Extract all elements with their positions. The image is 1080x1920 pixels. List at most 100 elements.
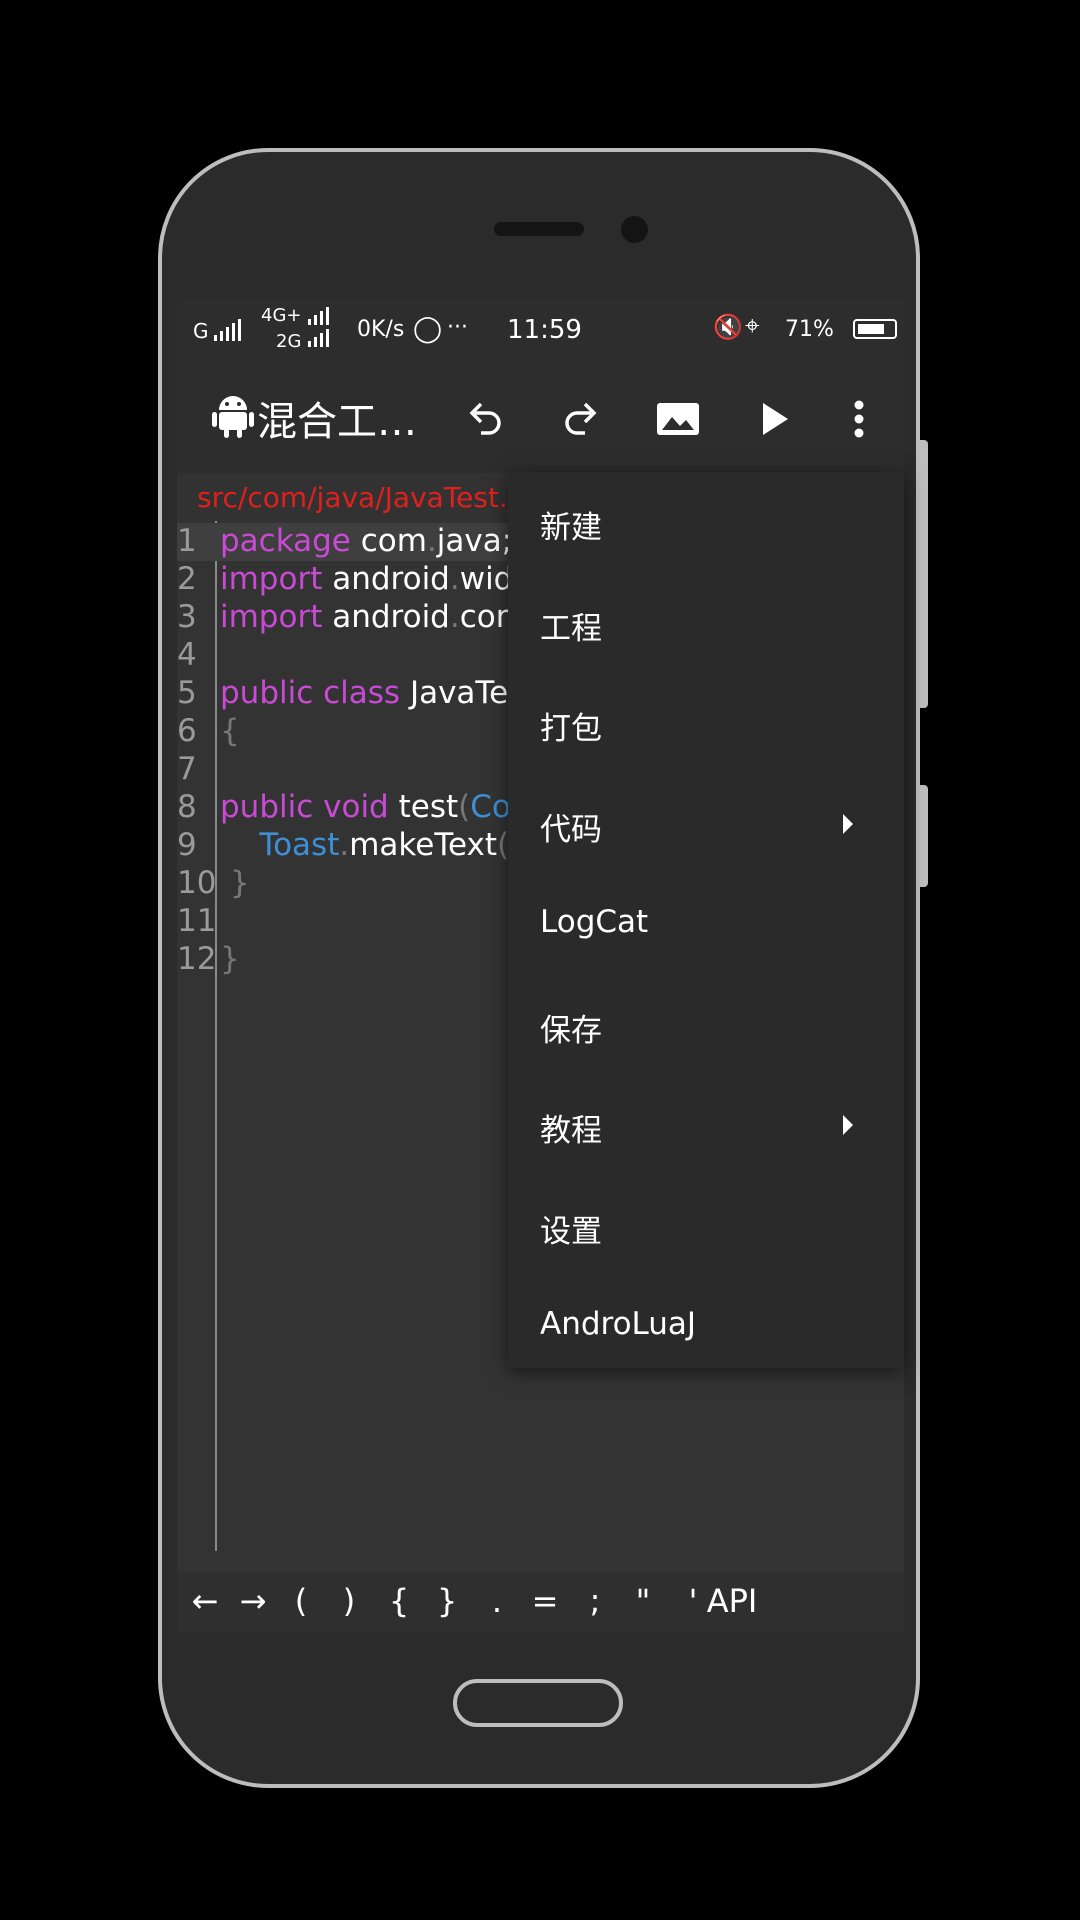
menu-item-label: 工程 [540,610,602,647]
line-number: 12 [177,941,217,977]
menu-item[interactable]: AndroLuaJ [508,1276,904,1376]
code-text: package com.java; [220,523,512,559]
code-text: } [220,941,240,977]
menu-item-label: 打包 [540,711,602,747]
battery-icon [853,319,897,339]
line-number: 7 [177,751,197,787]
code-token: } [220,941,240,977]
line-number: 4 [177,637,197,673]
code-token: import [220,599,323,635]
code-token: android [322,599,450,635]
code-token: . [449,599,460,635]
line-number: 3 [177,599,197,635]
symbol-key[interactable]: } [421,1582,473,1620]
symbol-key[interactable]: " [617,1582,669,1620]
more-vert-icon[interactable] [835,395,883,443]
code-token: com [350,523,427,559]
symbol-key[interactable]: ; [569,1582,621,1620]
file-path: src/com/java/JavaTest.j [197,481,516,514]
code-token: ( [458,789,471,825]
code-text: public void test(Con [220,789,531,825]
overflow-menu: 新建工程打包代码 LogCat 保存教程设置 AndroLuaJ [508,472,904,1368]
menu-item-label: 教程 [540,1113,602,1149]
menu-item-label: 保存 [540,1012,602,1049]
line-number: 1 [177,523,197,559]
signal-icon-2 [308,307,329,325]
menu-item[interactable]: 新建 [508,472,904,572]
front-camera [621,216,648,243]
status-bar: G 4G+ 2G 0K/s ◯ ··· 11:59 🔇 ⌖ 71% [177,297,904,361]
battery-percent: 71% [785,317,834,342]
menu-item[interactable]: 保存 [508,975,904,1075]
code-token: test [388,789,459,825]
mute-icon: 🔇 [713,313,743,341]
redo-icon[interactable] [557,395,605,443]
code-text: { [220,713,240,749]
image-icon[interactable] [654,395,702,443]
code-token: makeText [349,827,498,863]
signal-icon-3 [308,329,329,347]
menu-item[interactable]: LogCat [508,874,904,974]
code-text: } [220,865,250,901]
line-number: 5 [177,675,197,711]
line-number: 6 [177,713,197,749]
wifi-icon: ⌖ [745,311,760,341]
submenu-arrow-icon [843,813,853,834]
symbol-key[interactable]: { [373,1582,425,1620]
menu-item-label: 代码 [540,811,602,848]
menu-item[interactable]: 设置 [508,1176,904,1276]
menu-item[interactable]: 教程 [508,1075,904,1175]
line-number: 10 [177,865,217,901]
net-speed: 0K/s [357,317,405,342]
menu-item-label: 设置 [540,1213,602,1250]
code-text: import android.cont [220,599,528,635]
symbol-key[interactable]: → [227,1582,279,1620]
symbol-key[interactable]: ) [323,1582,375,1620]
code-text: Toast.makeText(c [220,827,526,863]
code-text: import android.widg [220,561,533,597]
code-token: android [322,561,450,597]
symbol-key[interactable]: API [697,1582,767,1620]
menu-item[interactable]: 工程 [508,573,904,673]
symbol-key[interactable]: = [519,1582,571,1620]
code-token: . [426,523,437,559]
code-token: } [220,865,250,901]
power-button [920,785,928,887]
symbol-key[interactable]: ← [179,1582,231,1620]
line-number: 9 [177,827,197,863]
code-token: public void [220,789,389,825]
code-token: Toast [259,827,340,863]
undo-icon[interactable] [461,395,509,443]
submenu-arrow-icon [843,1115,853,1135]
line-number: 11 [177,903,217,939]
signal-icon [214,319,241,341]
home-button[interactable] [453,1679,623,1727]
menu-item-label: LogCat [540,904,649,940]
line-number: 2 [177,561,197,597]
menu-item[interactable]: 打包 [508,673,904,773]
qq-icon: ◯ [413,314,443,344]
code-token: public class [220,675,401,711]
more-notifications: ··· [447,315,468,340]
android-icon [209,391,257,439]
code-token: java; [436,523,513,559]
clock: 11:59 [507,315,582,345]
carrier1-label: G [193,319,209,343]
app-title: 混合工… [257,399,417,445]
code-token: package [220,523,351,559]
symbol-key[interactable]: ( [275,1582,327,1620]
menu-item-label: AndroLuaJ [540,1306,697,1342]
app-toolbar: 混合工… [177,361,904,473]
code-token: . [339,827,350,863]
run-icon[interactable] [751,395,799,443]
code-token: import [220,561,323,597]
code-text: public class JavaTe [220,675,508,711]
carrier2-bottom-label: 2G [276,331,302,352]
code-token: JavaTe [400,675,509,711]
earpiece-speaker [494,222,584,236]
symbol-key-bar: ← →(){}. =; " ' API [177,1572,904,1632]
menu-item[interactable]: 代码 [508,774,904,874]
menu-item-label: 新建 [540,510,602,546]
symbol-key[interactable]: . [471,1582,523,1620]
